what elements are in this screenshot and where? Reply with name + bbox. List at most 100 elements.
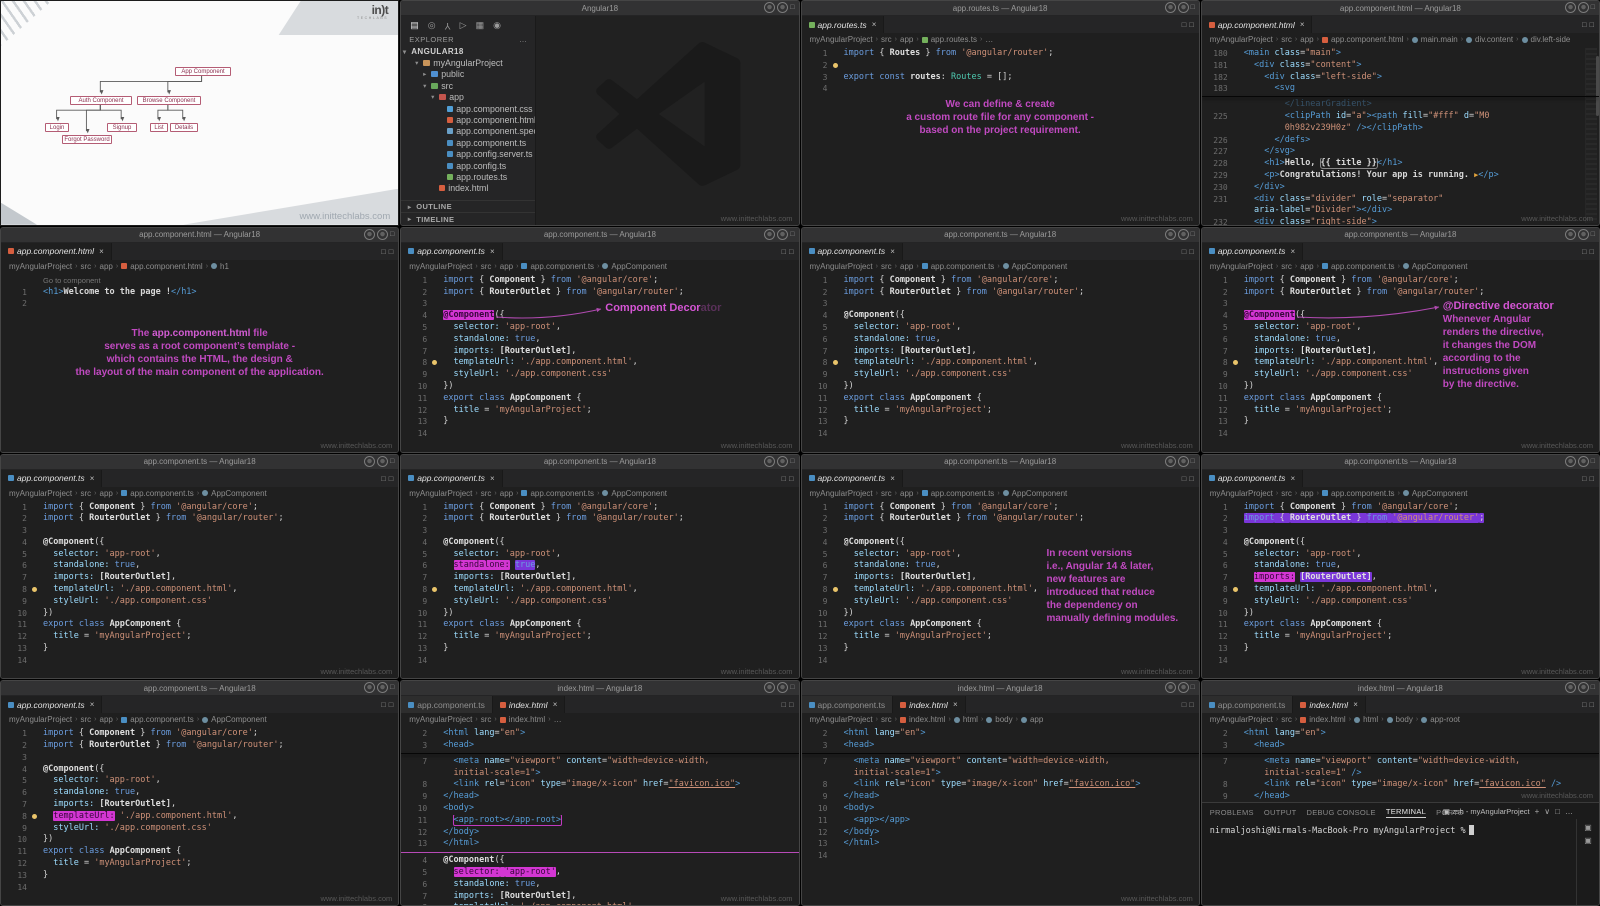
close-icon[interactable]: × — [1290, 474, 1295, 483]
code-editor[interactable]: 1 import { Component } from '@angular/cor… — [1201, 499, 1599, 679]
breadcrumb-item[interactable]: src — [881, 35, 892, 44]
breadcrumb-item[interactable]: src — [881, 489, 892, 498]
breadcrumb-item[interactable]: AppComponent — [611, 262, 667, 271]
close-icon[interactable]: × — [890, 247, 895, 256]
breadcrumb-item[interactable]: app — [1300, 489, 1313, 498]
close-icon[interactable]: × — [872, 20, 877, 29]
file-tree[interactable]: ▾ ANGULAR18 ▾ myAngularProject ▸ public ▾ src ▾ a… — [401, 46, 535, 200]
breadcrumb-item[interactable]: myAngularProject — [409, 715, 472, 724]
new-terminal-icon[interactable]: + — [1535, 807, 1540, 816]
split-editor-icon[interactable]: □ — [1189, 20, 1194, 29]
breadcrumb-item[interactable]: src — [881, 262, 892, 271]
breadcrumb-item[interactable]: app.component.ts — [931, 489, 995, 498]
dropdown-icon[interactable]: ∨ — [1544, 807, 1550, 816]
tab-index-html[interactable]: index.html × — [1293, 696, 1366, 714]
tab-app-component-ts[interactable]: app.component.ts × — [401, 469, 503, 487]
breadcrumb-item[interactable]: body — [1396, 715, 1413, 724]
code-editor[interactable]: Go to component 1 <h1>Welcome to the page … — [1, 272, 399, 452]
section-timeline[interactable]: ▸ TIMELINE — [401, 212, 536, 225]
terminal-panel[interactable]: PROBLEMS OUTPUT DEBUG CONSOLE TERMINAL PORTS… — [1201, 802, 1599, 905]
breadcrumb-item[interactable]: body — [995, 715, 1012, 724]
breadcrumb-item[interactable]: app — [100, 715, 113, 724]
split-editor-icon[interactable]: □ — [381, 474, 386, 483]
breadcrumb-item[interactable]: app.component.ts — [130, 715, 194, 724]
scrollbar-thumb[interactable] — [1596, 56, 1599, 116]
close-icon[interactable]: × — [90, 474, 95, 483]
breadcrumb-item[interactable]: index.html — [909, 715, 945, 724]
code-editor[interactable]: 1 import { Component } from '@angular/cor… — [401, 499, 799, 679]
split-editor-icon[interactable]: □ — [1182, 700, 1187, 709]
split-editor-icon[interactable]: □ — [1582, 700, 1587, 709]
breadcrumb-item[interactable]: myAngularProject — [1210, 715, 1273, 724]
breadcrumb-item[interactable]: myAngularProject — [1210, 35, 1273, 44]
breadcrumb-item[interactable]: app.component.html — [130, 262, 203, 271]
tree-item[interactable]: app.config.server.ts — [401, 149, 535, 160]
tree-item[interactable]: app.component.css — [401, 103, 535, 114]
breadcrumb-item[interactable]: index.html — [509, 715, 545, 724]
breadcrumb-item[interactable]: AppComponent — [1412, 262, 1468, 271]
breadcrumb-item[interactable]: myAngularProject — [810, 715, 873, 724]
breadcrumb-item[interactable]: div.content — [1475, 35, 1513, 44]
breadcrumb-item[interactable]: app.component.ts — [530, 489, 594, 498]
breadcrumb-item[interactable]: main.main — [1421, 35, 1458, 44]
tree-item[interactable]: index.html — [401, 183, 535, 194]
breadcrumb-item[interactable]: src — [80, 715, 91, 724]
split-editor-icon[interactable]: □ — [389, 700, 394, 709]
breadcrumb-item[interactable]: … — [554, 715, 562, 724]
breadcrumb-item[interactable]: src — [80, 489, 91, 498]
tree-item[interactable]: app.component.ts — [401, 137, 535, 148]
tab-app-component-ts[interactable]: app.component.ts × — [801, 469, 903, 487]
breadcrumb-item[interactable]: app — [500, 262, 513, 271]
tree-item[interactable]: app.config.ts — [401, 160, 535, 171]
split-editor-icon[interactable]: □ — [1589, 20, 1594, 29]
tree-root[interactable]: ▾ ANGULAR18 — [401, 46, 535, 57]
breadcrumb-item[interactable]: app — [1300, 35, 1313, 44]
split-editor-icon[interactable]: □ — [1182, 20, 1187, 29]
extensions-icon[interactable]: ▦ — [476, 20, 485, 31]
code-editor[interactable]: 180 <main class="main"> 181 <div class="co… — [1201, 46, 1599, 225]
breadcrumb-item[interactable]: app-root — [1430, 715, 1460, 724]
code-editor[interactable]: 2 <html lang="en"> 3 <head> 7 <meta name="vi… — [401, 726, 799, 905]
tab-app-component-ts[interactable]: app.component.ts × — [401, 242, 503, 260]
close-icon[interactable]: × — [1300, 20, 1305, 29]
more-actions-icon[interactable]: … — [1565, 807, 1573, 816]
breadcrumb-item[interactable]: src — [80, 262, 91, 271]
tree-item[interactable]: app.component.spec.ts — [401, 126, 535, 137]
breadcrumb-item[interactable]: AppComponent — [1012, 262, 1068, 271]
breadcrumb-item[interactable]: index.html — [1309, 715, 1345, 724]
breadcrumb-item[interactable]: app.component.ts — [1331, 489, 1395, 498]
split-editor-icon[interactable]: □ — [1189, 700, 1194, 709]
split-terminal-icon[interactable]: □ — [1555, 807, 1560, 816]
tree-item[interactable]: app.component.html — [401, 114, 535, 125]
terminal-tab-debug-console[interactable]: DEBUG CONSOLE — [1306, 808, 1375, 818]
breadcrumb-item[interactable]: src — [1281, 35, 1292, 44]
tree-item[interactable]: app.routes.ts — [401, 171, 535, 182]
split-editor-icon[interactable]: □ — [781, 700, 786, 709]
files-icon[interactable]: ▤ — [410, 20, 419, 31]
terminal-tab-output[interactable]: OUTPUT — [1264, 808, 1297, 818]
code-editor[interactable]: 1 import { Component } from '@angular/cor… — [801, 272, 1199, 452]
split-editor-icon[interactable]: □ — [1589, 700, 1594, 709]
close-icon[interactable]: × — [90, 700, 95, 709]
breadcrumb-item[interactable]: app — [900, 262, 913, 271]
tree-item[interactable]: ▾ myAngularProject — [401, 57, 535, 68]
breadcrumb-item[interactable]: AppComponent — [211, 489, 267, 498]
code-editor[interactable]: 1 import { Component } from '@angular/cor… — [1, 726, 399, 905]
search-icon[interactable]: ◎ — [428, 20, 436, 31]
split-editor-icon[interactable]: □ — [389, 474, 394, 483]
close-icon[interactable]: × — [890, 474, 895, 483]
split-editor-icon[interactable]: □ — [1182, 247, 1187, 256]
code-editor[interactable]: 1 import { Component } from '@angular/cor… — [1, 499, 399, 679]
tree-item[interactable]: ▾ src — [401, 80, 535, 91]
breadcrumb-item[interactable]: app — [900, 35, 913, 44]
breadcrumb-item[interactable]: myAngularProject — [9, 715, 72, 724]
code-editor[interactable]: 1 import { Component } from '@angular/cor… — [801, 499, 1199, 679]
breadcrumb-item[interactable]: src — [1281, 715, 1292, 724]
tab-app-component-html[interactable]: app.component.html × — [1201, 16, 1313, 33]
breadcrumb-item[interactable]: app — [500, 489, 513, 498]
breadcrumb-item[interactable]: myAngularProject — [810, 489, 873, 498]
close-icon[interactable]: × — [490, 474, 495, 483]
breadcrumb-item[interactable]: app — [1300, 262, 1313, 271]
close-icon[interactable]: × — [1353, 700, 1358, 709]
breadcrumb-item[interactable]: app.component.html — [1331, 35, 1404, 44]
